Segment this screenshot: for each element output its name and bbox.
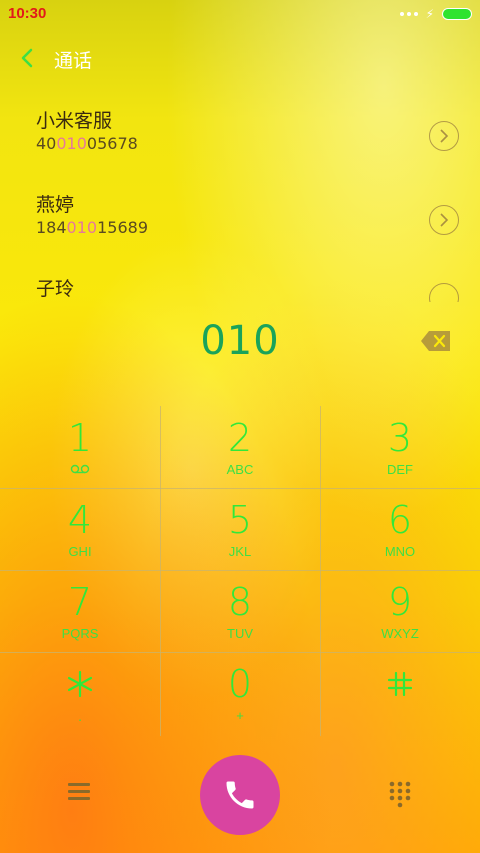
contact-row[interactable]: 燕婷 18401015689 <box>0 178 480 262</box>
contact-name: 燕婷 <box>36 194 75 216</box>
phone-icon <box>226 781 254 809</box>
menu-icon[interactable] <box>66 780 94 804</box>
battery-icon <box>442 8 472 20</box>
contact-number: 4001005678 <box>36 134 138 153</box>
more-notifications-icon <box>399 12 418 16</box>
status-indicators: ⚡ <box>399 6 472 22</box>
key-9[interactable]: 9 WXYZ <box>320 570 480 652</box>
dialpad: 1 2 ABC 3 DEF 4 GHI 5 JKL 6 MNO 7 PQRS 8… <box>0 406 480 736</box>
charging-icon: ⚡ <box>425 7 434 21</box>
key-star[interactable]: · <box>0 652 160 734</box>
backspace-icon[interactable] <box>420 330 452 352</box>
key-3[interactable]: 3 DEF <box>320 406 480 488</box>
key-4[interactable]: 4 GHI <box>0 488 160 570</box>
dialed-number: 010 <box>200 318 280 364</box>
status-time: 10:30 <box>8 5 47 22</box>
asterisk-icon <box>0 662 160 707</box>
key-hash[interactable] <box>320 652 480 734</box>
contact-row[interactable]: 小米客服 4001005678 <box>0 94 480 178</box>
status-bar: 10:30 ⚡ <box>0 0 480 28</box>
key-0[interactable]: 0 + <box>160 652 320 734</box>
contact-detail-button[interactable] <box>429 121 459 151</box>
call-button[interactable] <box>200 755 280 835</box>
dialpad-toggle-icon[interactable] <box>386 780 414 808</box>
back-icon[interactable] <box>18 46 38 70</box>
contact-name: 子玲 <box>36 278 75 300</box>
contact-number: 18401015689 <box>36 218 148 237</box>
key-5[interactable]: 5 JKL <box>160 488 320 570</box>
hash-icon <box>320 662 480 706</box>
contact-name: 小米客服 <box>36 110 113 132</box>
key-star-dot: · <box>77 712 83 727</box>
key-1[interactable]: 1 <box>0 406 160 488</box>
chevron-right-icon <box>440 129 449 143</box>
page-title: 通话 <box>54 50 93 72</box>
key-7[interactable]: 7 PQRS <box>0 570 160 652</box>
key-2[interactable]: 2 ABC <box>160 406 320 488</box>
number-match-highlight: 010 <box>56 134 87 153</box>
number-match-highlight: 010 <box>66 218 98 237</box>
contact-row[interactable]: 子玲 <box>0 262 480 302</box>
key-6[interactable]: 6 MNO <box>320 488 480 570</box>
key-8[interactable]: 8 TUV <box>160 570 320 652</box>
contact-detail-button[interactable] <box>429 205 459 235</box>
contact-detail-button[interactable] <box>429 283 459 302</box>
chevron-right-icon <box>440 213 449 227</box>
voicemail-icon <box>0 462 160 477</box>
app-header: 通话 <box>0 40 480 76</box>
